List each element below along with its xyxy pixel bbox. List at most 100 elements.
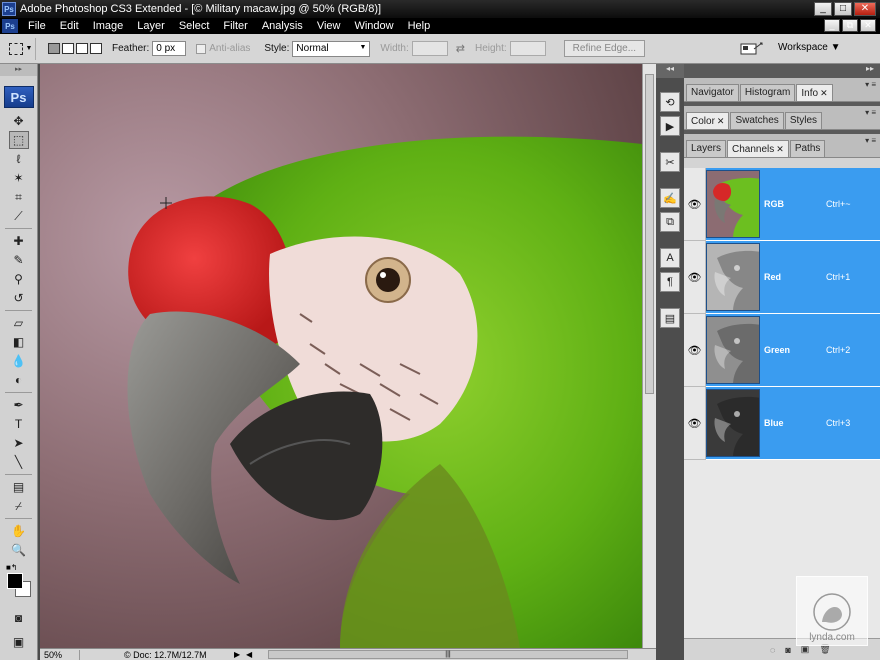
workspace-menu-button[interactable]: Workspace ▼ [778, 42, 841, 53]
status-menu-arrow-icon[interactable]: ▶ [234, 650, 246, 659]
menu-image[interactable]: Image [86, 20, 131, 32]
channel-row-green[interactable]: 👁 Green Ctrl+2 [684, 314, 880, 387]
type-tool-icon[interactable]: T [9, 415, 29, 433]
scroll-left-icon[interactable]: ◀ [246, 650, 258, 659]
tab-layers[interactable]: Layers [686, 140, 727, 157]
quick-mask-icon[interactable]: ◙ [9, 609, 29, 627]
visibility-eye-icon[interactable]: 👁 [684, 314, 706, 387]
tab-info[interactable]: Info ✕ [796, 84, 833, 101]
dodge-tool-icon[interactable]: ◐ [9, 371, 29, 389]
visibility-eye-icon[interactable]: 👁 [684, 387, 706, 460]
zoom-level[interactable]: 50% [40, 649, 80, 660]
subtract-from-selection-icon[interactable] [76, 43, 88, 54]
crop-tool-icon[interactable]: ⌗ [9, 188, 29, 206]
close-button[interactable]: ✕ [854, 2, 876, 16]
tab-histogram[interactable]: Histogram [739, 84, 796, 101]
tool-preset-picker[interactable]: ▼ [6, 37, 36, 60]
add-to-selection-icon[interactable] [62, 43, 74, 54]
toolbox-grip[interactable]: ▸▸ [0, 64, 37, 76]
menu-filter[interactable]: Filter [216, 20, 254, 32]
width-input[interactable] [411, 41, 448, 56]
tab-styles[interactable]: Styles [784, 112, 823, 129]
history-icon[interactable]: ⟲ [660, 92, 680, 112]
new-selection-icon[interactable] [48, 43, 60, 54]
zoom-tool-icon[interactable]: 🔍 [9, 541, 29, 559]
channel-row-rgb[interactable]: 👁 RGB Ctrl+~ [684, 168, 880, 241]
eyedropper-tool-icon[interactable]: ⌿ [9, 497, 29, 515]
notes-tool-icon[interactable]: ▤ [9, 478, 29, 496]
visibility-eye-icon[interactable]: 👁 [684, 168, 706, 241]
pen-tool-icon[interactable]: ✒ [9, 396, 29, 414]
lasso-tool-icon[interactable]: ℓ [9, 150, 29, 168]
brush-tool-icon[interactable]: ✎ [9, 251, 29, 269]
panels-collapse-icon[interactable]: ▸▸ [684, 64, 880, 78]
menu-file[interactable]: File [21, 20, 53, 32]
eraser-tool-icon[interactable]: ▱ [9, 314, 29, 332]
visibility-eye-icon[interactable]: 👁 [684, 241, 706, 314]
doc-minimize-button[interactable]: _ [824, 19, 840, 32]
doc-close-button[interactable]: ✕ [860, 19, 876, 32]
menu-window[interactable]: Window [347, 20, 400, 32]
menu-analysis[interactable]: Analysis [255, 20, 310, 32]
minimize-button[interactable]: _ [814, 2, 832, 16]
panel-menu-icon[interactable]: ▾ ≡ [865, 108, 876, 117]
swap-icon[interactable]: ⇄ [456, 42, 465, 55]
layer-comps-icon[interactable]: ▤ [660, 308, 680, 328]
app-menu-icon[interactable]: Ps [2, 19, 18, 33]
channel-thumbnail [706, 316, 760, 384]
canvas-vertical-scrollbar[interactable] [642, 64, 656, 648]
dock-collapse-icon[interactable]: ◂◂ [656, 64, 684, 78]
antialias-checkbox[interactable] [196, 43, 207, 54]
save-selection-as-channel-icon[interactable]: ◙ [785, 645, 790, 655]
tab-navigator[interactable]: Navigator [686, 84, 739, 101]
menu-view[interactable]: View [310, 20, 348, 32]
tab-paths[interactable]: Paths [789, 140, 826, 157]
line-tool-icon[interactable]: ╲ [9, 453, 29, 471]
tab-color[interactable]: Color ✕ [686, 112, 730, 129]
panel-menu-icon[interactable]: ▾ ≡ [865, 136, 876, 145]
channel-row-blue[interactable]: 👁 Blue Ctrl+3 [684, 387, 880, 460]
healing-brush-tool-icon[interactable]: ✚ [9, 232, 29, 250]
menu-help[interactable]: Help [401, 20, 438, 32]
marquee-tool-icon[interactable]: ⬚ [8, 131, 29, 149]
workspace-icon[interactable] [740, 40, 764, 58]
menu-select[interactable]: Select [172, 20, 217, 32]
menu-layer[interactable]: Layer [130, 20, 172, 32]
gradient-tool-icon[interactable]: ◧ [9, 333, 29, 351]
path-selection-tool-icon[interactable]: ➤ [9, 434, 29, 452]
height-label: Height: [474, 43, 507, 54]
tool-presets-icon[interactable]: ✂ [660, 152, 680, 172]
history-brush-tool-icon[interactable]: ↺ [9, 289, 29, 307]
channel-row-red[interactable]: 👁 Red Ctrl+1 [684, 241, 880, 314]
blur-tool-icon[interactable]: 💧 [9, 352, 29, 370]
horizontal-scroll-thumb[interactable]: ||| [268, 650, 628, 659]
magic-wand-tool-icon[interactable]: ✶ [9, 169, 29, 187]
load-channel-as-selection-icon[interactable]: ◌ [770, 645, 775, 655]
default-colors-icon[interactable]: ■↰ [6, 563, 18, 572]
panel-dock-strip: ◂◂ ⟲ ▶ ✂ ✍ ⧉ A ¶ ▤ [656, 64, 684, 660]
actions-icon[interactable]: ▶ [660, 116, 680, 136]
feather-input[interactable]: 0 px [152, 41, 187, 56]
menu-edit[interactable]: Edit [53, 20, 86, 32]
clone-source-icon[interactable]: ⧉ [660, 212, 680, 232]
tab-swatches[interactable]: Swatches [730, 112, 784, 129]
move-tool-icon[interactable]: ✥ [9, 112, 29, 130]
intersect-selection-icon[interactable] [90, 43, 102, 54]
scrollbar-thumb[interactable] [645, 74, 654, 394]
document-canvas[interactable] [40, 64, 642, 648]
character-icon[interactable]: A [660, 248, 680, 268]
paragraph-icon[interactable]: ¶ [660, 272, 680, 292]
doc-restore-button[interactable]: ⧉ [842, 19, 858, 32]
tab-channels[interactable]: Channels ✕ [727, 140, 789, 157]
style-select[interactable]: Normal [292, 40, 371, 57]
screen-mode-icon[interactable]: ▣ [9, 633, 29, 651]
panel-menu-icon[interactable]: ▾ ≡ [865, 80, 876, 89]
height-input[interactable] [509, 41, 546, 56]
foreground-color-swatch[interactable] [7, 573, 23, 589]
maximize-button[interactable]: □ [834, 2, 852, 16]
refine-edge-button[interactable]: Refine Edge... [563, 40, 646, 57]
slice-tool-icon[interactable]: ⟋ [9, 207, 29, 225]
hand-tool-icon[interactable]: ✋ [9, 522, 29, 540]
brushes-icon[interactable]: ✍ [660, 188, 680, 208]
clone-stamp-tool-icon[interactable]: ⚲ [9, 270, 29, 288]
